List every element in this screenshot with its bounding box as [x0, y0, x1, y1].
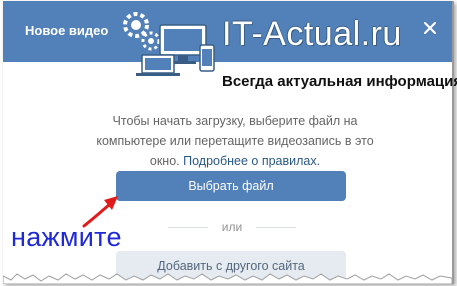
site-logo: IT-Actual.ru Всегда актуальная информаци…: [118, 3, 457, 90]
logo-subtitle: Всегда актуальная информация: [222, 73, 457, 90]
dialog-title: Новое видео: [25, 23, 109, 38]
divider-line-right: [256, 227, 296, 228]
annotation-text: нажмите: [11, 222, 122, 252]
choose-file-button[interactable]: Выбрать файл: [116, 171, 346, 201]
or-divider: или: [168, 220, 296, 234]
torn-edge: [3, 273, 452, 284]
upload-instructions: Чтобы начать загрузку, выберите файл на …: [87, 111, 383, 171]
devices-logo-icon: [123, 12, 215, 76]
rules-link[interactable]: Подробнее о правилах.: [183, 154, 320, 168]
logo-title: IT-Actual.ru: [222, 15, 402, 53]
